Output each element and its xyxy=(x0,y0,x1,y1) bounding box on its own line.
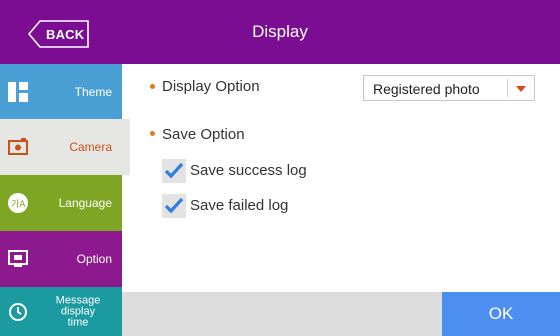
check-icon xyxy=(164,197,184,214)
page-title: Display xyxy=(252,22,308,41)
sidebar-item-label: Option xyxy=(76,252,112,266)
sidebar-item-message-display-time[interactable]: Message display time xyxy=(0,287,122,336)
svg-text:가A: 가A xyxy=(11,199,26,210)
checkbox[interactable] xyxy=(162,159,186,183)
ok-button[interactable]: OK xyxy=(442,292,560,336)
sidebar: Theme Camera 가A Language Option Message xyxy=(0,64,130,336)
divider xyxy=(507,79,508,97)
display-option-select[interactable]: Registered photo xyxy=(363,75,535,101)
settings-panel: Display Option Registered photo Save Opt… xyxy=(122,64,560,292)
title-bar: BACK Display xyxy=(0,0,560,64)
footer-bar: OK xyxy=(122,292,560,336)
checkbox[interactable] xyxy=(162,194,186,218)
bullet-icon xyxy=(150,131,155,136)
bullet-icon xyxy=(150,84,155,89)
caret-down-icon xyxy=(516,86,526,92)
checkbox-label: Save failed log xyxy=(190,197,289,214)
monitor-icon xyxy=(8,250,28,267)
save-option-label: Save Option xyxy=(162,126,245,143)
sidebar-item-label: Language xyxy=(58,196,112,210)
label-line: time xyxy=(67,316,89,328)
check-icon xyxy=(164,162,184,179)
display-option-value: Registered photo xyxy=(373,81,480,97)
theme-icon xyxy=(8,81,28,102)
clock-icon xyxy=(9,302,27,321)
sidebar-item-language[interactable]: 가A Language xyxy=(0,175,122,231)
sidebar-item-label: Theme xyxy=(74,84,112,99)
display-option-label: Display Option xyxy=(162,78,260,95)
language-icon: 가A xyxy=(8,193,28,213)
sidebar-item-option[interactable]: Option xyxy=(0,231,122,287)
sidebar-item-theme[interactable]: Theme xyxy=(0,64,122,119)
sidebar-item-camera[interactable]: Camera xyxy=(0,119,130,175)
sidebar-item-label: Message display time xyxy=(48,295,108,328)
camera-icon xyxy=(8,138,28,155)
sidebar-item-label: Camera xyxy=(69,140,112,154)
checkbox-label: Save success log xyxy=(190,162,307,179)
